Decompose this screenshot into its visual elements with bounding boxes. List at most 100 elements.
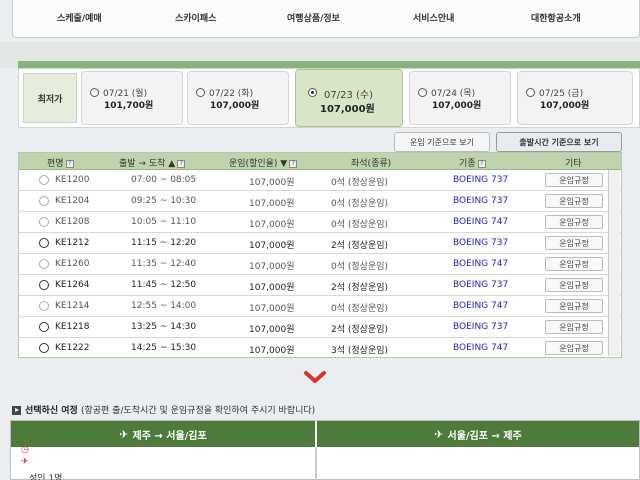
table-row[interactable]: KE1260 11:35 ~ 12:40 107,000원 0석 (정상운임) … <box>19 254 621 275</box>
nav-item-service[interactable]: 서비스안내 <box>413 11 454 24</box>
nav-item-schedule[interactable]: 스케줄/예매 <box>57 11 102 24</box>
flight-time: 10:05 ~ 11:10 <box>131 217 197 227</box>
flight-radio[interactable] <box>39 196 49 206</box>
flight-radio[interactable] <box>39 343 49 353</box>
nav-item-travel[interactable]: 여행상품/정보 <box>287 11 340 24</box>
flight-fare: 107,000원 <box>249 199 295 209</box>
flight-number: KE1218 <box>55 322 90 332</box>
fare-rules-button[interactable]: 운임규정 <box>545 215 603 229</box>
flight-radio[interactable] <box>39 175 49 185</box>
help-icon[interactable]: ? <box>289 159 298 168</box>
flight-fare: 107,000원 <box>249 346 295 356</box>
table-row[interactable]: KE1214 12:55 ~ 14:00 107,000원 0석 (정상운임) … <box>19 296 621 317</box>
flight-aircraft: BOEING 737 <box>453 238 509 248</box>
fare-rules-button[interactable]: 운임규정 <box>545 236 603 250</box>
flight-seats: 0석 (정상운임) <box>331 220 389 230</box>
top-nav: 스케줄/예매 스카이패스 여행상품/정보 서비스안내 대한항공소개 <box>12 0 640 38</box>
help-icon[interactable]: ? <box>65 159 74 168</box>
flight-time: 14:25 ~ 15:30 <box>131 343 197 353</box>
flight-fare: 107,000원 <box>249 220 295 230</box>
col-flight[interactable]: 편명? <box>47 156 74 169</box>
flight-radio[interactable] <box>39 259 49 269</box>
selected-itinerary-note: (항공편 출/도착시간 및 운임규정을 확인하여 주시기 바랍니다) <box>80 406 316 416</box>
fare-rules-button[interactable]: 운임규정 <box>545 257 603 271</box>
table-row[interactable]: KE1218 13:25 ~ 14:30 107,000원 2석 (정상운임) … <box>19 317 621 338</box>
fare-rules-button[interactable]: 운임규정 <box>545 299 603 313</box>
table-header: 편명? 출발 → 도착 ▲? 운임(할인율) ▼? 좌석(종류) 기종? 기타 <box>19 153 621 170</box>
date-option-0722[interactable]: 07/22 (화) 107,000원 <box>187 71 289 125</box>
flight-fare: 107,000원 <box>249 283 295 293</box>
plane-icon: ✈ <box>434 427 444 441</box>
nav-item-about[interactable]: 대한항공소개 <box>531 11 581 24</box>
flight-number: KE1212 <box>55 238 90 248</box>
date-option-0724[interactable]: 07/24 (목) 107,000원 <box>409 71 511 125</box>
selected-itinerary-panel: ✈ 제주 → 서울/김포 ✈ 서울/김포 → 제주 ◷ ✈ 성인 1명 <box>10 420 640 480</box>
selected-itinerary-title: 선택하신 여정 <box>25 406 78 416</box>
flight-aircraft: BOEING 737 <box>453 322 509 332</box>
flight-radio[interactable] <box>39 301 49 311</box>
table-row[interactable]: KE1222 14:25 ~ 15:30 107,000원 3석 (정상운임) … <box>19 338 621 359</box>
fare-rules-button[interactable]: 운임규정 <box>545 194 603 208</box>
flight-time: 11:15 ~ 12:20 <box>131 238 197 248</box>
nav-item-skypass[interactable]: 스카이패스 <box>175 11 216 24</box>
fare-rules-button[interactable]: 운임규정 <box>545 341 603 355</box>
flight-aircraft: BOEING 747 <box>453 217 509 227</box>
fare-rules-button[interactable]: 운임규정 <box>545 278 603 292</box>
date-text: 07/23 (수) <box>324 90 373 101</box>
flight-radio[interactable] <box>39 217 49 227</box>
flight-radio[interactable] <box>39 280 49 290</box>
col-etc: 기타 <box>565 159 582 169</box>
chevron-down-icon[interactable] <box>303 370 327 384</box>
flight-aircraft: BOEING 747 <box>453 301 509 311</box>
fare-rules-button[interactable]: 운임규정 <box>545 320 603 334</box>
flight-number: KE1214 <box>55 301 90 311</box>
flight-time: 09:25 ~ 10:30 <box>131 196 197 206</box>
date-radio[interactable] <box>196 88 205 97</box>
table-row[interactable]: KE1204 09:25 ~ 10:30 107,000원 0석 (정상운임) … <box>19 191 621 212</box>
section-bar <box>18 61 640 68</box>
flight-seats: 0석 (정상운임) <box>331 178 389 188</box>
passenger-count: 성인 1명 <box>29 474 63 480</box>
date-option-0725[interactable]: 07/25 (금) 107,000원 <box>517 71 633 125</box>
table-row[interactable]: KE1212 11:15 ~ 12:20 107,000원 2석 (정상운임) … <box>19 233 621 254</box>
outbound-header: ✈ 제주 → 서울/김포 <box>11 421 315 447</box>
flight-seats: 2석 (정상운임) <box>331 283 389 293</box>
sort-by-fare-button[interactable]: 운임 기준으로 보기 <box>394 132 490 152</box>
table-row[interactable]: KE1208 10:05 ~ 11:10 107,000원 0석 (정상운임) … <box>19 212 621 233</box>
flight-fare: 107,000원 <box>249 304 295 314</box>
table-scrollbar[interactable] <box>608 170 620 356</box>
flight-fare: 107,000원 <box>249 178 295 188</box>
flight-radio[interactable] <box>39 322 49 332</box>
date-radio[interactable] <box>418 88 427 97</box>
flight-aircraft: BOEING 747 <box>453 343 509 353</box>
date-radio-selected[interactable] <box>308 88 317 97</box>
sort-by-departure-button[interactable]: 출발시간 기준으로 보기 <box>496 132 622 152</box>
lowest-price-label: 최저가 <box>23 73 77 123</box>
date-option-0723[interactable]: 07/23 (수) 107,000원 <box>295 69 403 127</box>
date-radio[interactable] <box>526 88 535 97</box>
table-row[interactable]: KE1200 07:00 ~ 08:05 107,000원 0석 (정상운임) … <box>19 170 621 191</box>
date-option-0721[interactable]: 07/21 (월) 101,700원 <box>81 71 183 125</box>
fare-rules-button[interactable]: 운임규정 <box>545 173 603 187</box>
plane-icon: ✈ <box>119 427 129 441</box>
flight-number: KE1260 <box>55 259 90 269</box>
flight-seats: 0석 (정상운임) <box>331 304 389 314</box>
flight-seats: 0석 (정상운임) <box>331 199 389 209</box>
flight-radio[interactable] <box>39 238 49 248</box>
outbound-route: 제주 → 서울/김포 <box>132 430 207 442</box>
col-fare[interactable]: 운임(할인율) ▼? <box>229 156 298 169</box>
help-icon[interactable]: ? <box>177 159 186 168</box>
flight-fare: 107,000원 <box>249 241 295 251</box>
inbound-header: ✈ 서울/김포 → 제주 <box>317 421 639 447</box>
help-icon[interactable]: ? <box>477 159 486 168</box>
col-time[interactable]: 출발 → 도착 ▲? <box>119 156 186 169</box>
flight-aircraft: BOEING 747 <box>453 259 509 269</box>
col-seats[interactable]: 좌석(종류) <box>351 156 391 169</box>
date-radio[interactable] <box>90 88 99 97</box>
date-selector: 최저가 07/21 (월) 101,700원 07/22 (화) 107,000… <box>18 68 640 128</box>
flight-number: KE1222 <box>55 343 90 353</box>
table-row[interactable]: KE1264 11:45 ~ 12:50 107,000원 2석 (정상운임) … <box>19 275 621 296</box>
date-price: 107,000원 <box>540 101 590 111</box>
col-aircraft[interactable]: 기종? <box>459 156 486 169</box>
flight-seats: 0석 (정상운임) <box>331 262 389 272</box>
